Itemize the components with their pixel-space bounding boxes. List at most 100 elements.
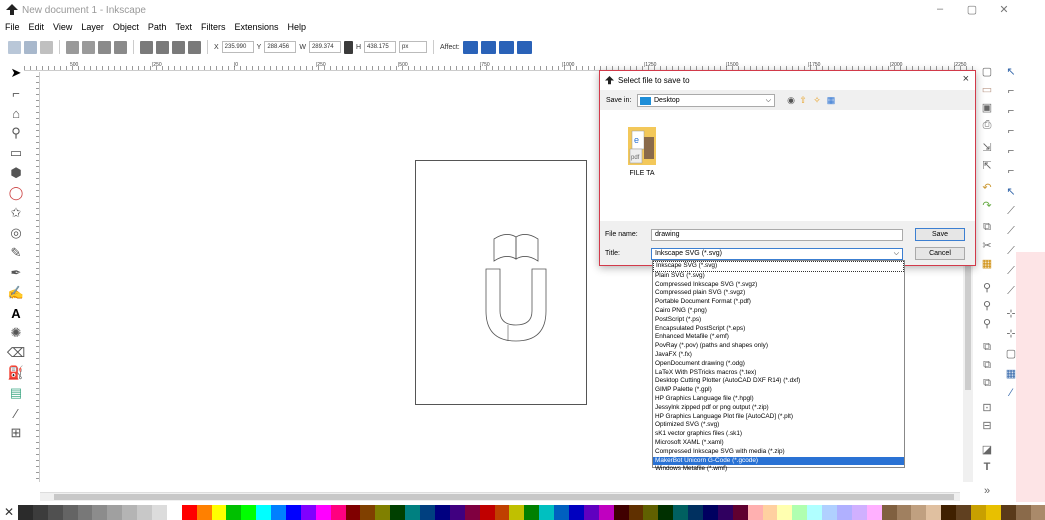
folder-item[interactable]: e pdf FILE TA [622, 123, 662, 177]
clone-icon[interactable]: ⧉ [980, 358, 994, 372]
color-swatch[interactable] [77, 505, 93, 520]
horizontal-scroll-thumb[interactable] [54, 494, 954, 500]
color-swatch[interactable] [702, 505, 718, 520]
no-paint-swatch[interactable]: ✕ [0, 505, 18, 520]
color-swatch[interactable] [747, 505, 763, 520]
color-swatch[interactable] [851, 505, 867, 520]
dropdown-option[interactable]: Windows Metafile (*.wmf) [653, 465, 904, 474]
snap-nodes-icon[interactable]: ↖ [1004, 184, 1018, 198]
dropdown-option[interactable]: sK1 vector graphics files (.sk1) [653, 430, 904, 439]
dropdown-option[interactable]: Encapsulated PostScript (*.eps) [653, 325, 904, 334]
dropdown-option[interactable]: PovRay (*.pov) (paths and shapes only) [653, 342, 904, 351]
cancel-button[interactable]: Cancel [915, 247, 965, 260]
menu-layer[interactable]: Layer [81, 22, 104, 32]
dropdown-option[interactable]: LaTeX With PSTricks macros (*.tex) [653, 369, 904, 378]
unit-select[interactable]: px [399, 41, 428, 53]
node-tool-icon[interactable]: ⌐ [8, 85, 24, 101]
color-swatch[interactable] [434, 505, 450, 520]
color-swatch[interactable] [836, 505, 852, 520]
snap-bbox-corner-icon[interactable]: ⌐ [1004, 124, 1018, 138]
menu-help[interactable]: Help [287, 22, 306, 32]
dropdown-option[interactable]: Compressed Inkscape SVG with media (*.zi… [653, 448, 904, 457]
color-swatch[interactable] [107, 505, 123, 520]
save-icon[interactable]: ▣ [980, 100, 994, 114]
duplicate-icon[interactable]: ⧉ [980, 340, 994, 354]
open-icon[interactable]: ▭ [980, 82, 994, 96]
save-in-select[interactable]: Desktop ⌵ [637, 94, 775, 107]
raise-icon[interactable] [172, 40, 185, 54]
color-swatch[interactable] [732, 505, 748, 520]
dropdown-option[interactable]: Compressed Inkscape SVG (*.svgz) [653, 281, 904, 290]
cut-icon[interactable]: ✂ [980, 238, 994, 252]
color-swatch[interactable] [568, 505, 584, 520]
color-swatch[interactable] [688, 505, 703, 520]
flip-vertical-icon[interactable] [114, 40, 127, 54]
tweak-tool-icon[interactable]: ⌂ [8, 105, 24, 121]
select-all-layers-icon[interactable] [24, 40, 37, 54]
pen-tool-icon[interactable]: ✒ [8, 265, 24, 281]
y-input[interactable]: 288.456 [264, 41, 297, 53]
dropdown-option[interactable]: Cairo PNG (*.png) [653, 307, 904, 316]
group-icon[interactable]: ⊡ [980, 400, 994, 414]
color-swatch[interactable] [985, 505, 1001, 520]
selector-tool-icon[interactable]: ➤ [8, 65, 24, 81]
dialog-close-button[interactable]: × [963, 73, 969, 85]
file-name-input[interactable]: drawing [651, 229, 903, 241]
color-swatch[interactable] [762, 505, 778, 520]
color-swatch[interactable] [226, 505, 242, 520]
color-swatch[interactable] [390, 505, 406, 520]
more-commands-icon[interactable]: » [980, 484, 994, 498]
lower-icon[interactable] [156, 40, 169, 54]
color-swatch[interactable] [717, 505, 733, 520]
lower-bottom-icon[interactable] [140, 40, 153, 54]
color-swatch[interactable] [62, 505, 78, 520]
color-swatch[interactable] [777, 505, 793, 520]
snap-intersection-icon[interactable]: ⟋ [1004, 224, 1018, 238]
dropdown-option[interactable]: MakerBot Unicorn G-Code (*.gcode) [653, 456, 904, 466]
menu-path[interactable]: Path [148, 22, 167, 32]
dropdown-option[interactable]: Enhanced Metafile (*.emf) [653, 333, 904, 342]
dropdown-option[interactable]: OpenDocument drawing (*.odg) [653, 360, 904, 369]
color-swatch[interactable] [971, 505, 986, 520]
zoom-drawing-icon[interactable]: ⚲ [980, 298, 994, 312]
dropdown-option[interactable]: Inkscape SVG (*.svg) [653, 261, 904, 272]
color-swatch[interactable] [92, 505, 108, 520]
color-swatch[interactable] [866, 505, 882, 520]
connector-tool-icon[interactable]: ⊞ [8, 425, 24, 441]
color-swatch[interactable] [241, 505, 257, 520]
star-tool-icon[interactable]: ✩ [8, 205, 24, 221]
ellipse-tool-icon[interactable]: ◯ [8, 185, 24, 201]
color-swatch[interactable] [345, 505, 361, 520]
new-document-icon[interactable]: ▢ [980, 64, 994, 78]
color-swatch[interactable] [926, 505, 942, 520]
color-swatch[interactable] [32, 505, 48, 520]
color-swatch[interactable] [315, 505, 331, 520]
dropdown-option[interactable]: HP Graphics Language Plot file [AutoCAD]… [653, 413, 904, 422]
color-swatch[interactable] [181, 505, 197, 520]
color-swatch[interactable] [18, 505, 33, 520]
text-tool-icon[interactable]: A [8, 305, 24, 321]
color-swatch[interactable] [464, 505, 480, 520]
text-font-icon[interactable]: T [980, 460, 994, 474]
dropdown-option[interactable]: Portable Document Format (*.pdf) [653, 298, 904, 307]
affect-corners-icon[interactable] [480, 40, 496, 54]
paint-bucket-tool-icon[interactable]: ⛽ [8, 365, 24, 381]
menu-text[interactable]: Text [175, 22, 192, 32]
snap-bbox-midpoint-icon[interactable]: ⌐ [1004, 144, 1018, 158]
color-swatch[interactable] [1000, 505, 1016, 520]
color-swatch[interactable] [598, 505, 614, 520]
color-swatch[interactable] [152, 505, 167, 520]
pencil-tool-icon[interactable]: ✎ [8, 245, 24, 261]
rotate-cw-icon[interactable] [82, 40, 95, 54]
unlink-clone-icon[interactable]: ⧉ [980, 376, 994, 390]
color-swatch[interactable] [956, 505, 971, 520]
zoom-selection-icon[interactable]: ⚲ [980, 280, 994, 294]
color-swatch[interactable] [405, 505, 421, 520]
gradient-tool-icon[interactable]: ▤ [8, 385, 24, 401]
minimize-button[interactable]: – [930, 3, 950, 15]
dropdown-option[interactable]: Compressed plain SVG (*.svgz) [653, 289, 904, 298]
undo-icon[interactable]: ↶ [980, 180, 994, 194]
lock-icon[interactable] [343, 40, 353, 54]
menu-extensions[interactable]: Extensions [234, 22, 278, 32]
color-swatch[interactable] [539, 505, 555, 520]
